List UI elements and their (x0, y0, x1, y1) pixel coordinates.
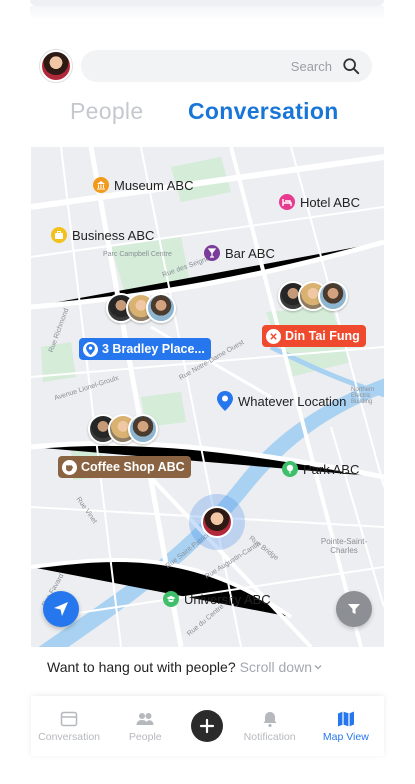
avatar (146, 293, 176, 323)
map-label-building: Northern Electric Building (351, 387, 375, 405)
avatar (201, 506, 233, 538)
coffee-icon (62, 459, 77, 475)
graduation-icon (163, 591, 179, 607)
hotel-icon (279, 194, 295, 210)
search-icon[interactable] (342, 57, 360, 75)
poi-label: Museum ABC (114, 177, 194, 193)
park-icon (282, 461, 298, 477)
poi-label: Bar ABC (225, 245, 275, 261)
hangout-prompt: Want to hang out with people? Scroll dow… (31, 647, 384, 687)
filter-icon (348, 604, 360, 614)
poi-business[interactable]: Business ABC (51, 227, 154, 243)
poi-park[interactable]: Park ABC (282, 461, 359, 477)
tab-people[interactable]: People (70, 98, 143, 125)
tab-conversation[interactable]: Conversation (188, 98, 339, 125)
poi-label: Hotel ABC (300, 194, 360, 210)
avatar (318, 281, 348, 311)
group-location-tag[interactable]: Coffee Shop ABC (58, 456, 191, 478)
nav-notification[interactable]: Notification (240, 710, 300, 743)
current-user-marker[interactable] (189, 494, 245, 550)
map-label-district: Pointe-Saint-Charles (320, 537, 368, 555)
plus-icon (200, 718, 215, 734)
search-placeholder: Search (290, 59, 332, 74)
poi-university[interactable]: University ABC (163, 591, 271, 607)
people-icon (136, 712, 154, 725)
poi-label: University ABC (184, 591, 271, 607)
group-location-tag[interactable]: 3 Bradley Place... (79, 338, 211, 360)
nav-people[interactable]: People (115, 710, 175, 743)
map-icon (337, 711, 354, 726)
poi-label: Park ABC (303, 461, 360, 477)
bell-icon (263, 711, 277, 727)
briefcase-icon (51, 227, 67, 243)
scroll-down-label: Scroll down (239, 659, 312, 675)
group-location-label: Coffee Shop ABC (81, 460, 185, 474)
location-pin-icon (83, 341, 98, 357)
hangout-question: Want to hang out with people? (47, 659, 236, 675)
avatar (128, 414, 158, 444)
poi-hotel[interactable]: Hotel ABC (279, 194, 360, 210)
bar-icon (204, 245, 220, 261)
nav-conversation[interactable]: Conversation (38, 710, 101, 743)
search-bar[interactable]: Search (81, 50, 372, 82)
poi-label: Business ABC (72, 227, 155, 243)
chevron-down-icon (314, 665, 322, 670)
nav-label: Notification (243, 730, 296, 743)
nav-map-view[interactable]: Map View (316, 710, 376, 743)
filter-button[interactable] (336, 591, 372, 627)
nav-label: Map View (322, 730, 369, 743)
nav-label: Conversation (38, 730, 101, 743)
locate-me-button[interactable] (43, 591, 79, 627)
scroll-down-link[interactable]: Scroll down (240, 659, 322, 675)
previous-card-shadow (30, 6, 384, 20)
map-label-park: Parc Campbell Centre (103, 251, 172, 258)
poi-whatever-location[interactable]: Whatever Location (217, 391, 346, 411)
user-avatar[interactable] (40, 50, 72, 82)
people-group-cluster[interactable] (278, 281, 348, 311)
museum-icon (93, 177, 109, 193)
people-group-cluster[interactable] (88, 414, 158, 444)
poi-bar[interactable]: Bar ABC (204, 245, 275, 261)
group-location-label: Din Tai Fung (285, 329, 360, 343)
poi-museum[interactable]: Museum ABC (93, 177, 193, 193)
add-button[interactable] (191, 710, 224, 742)
bottom-navigation: Conversation People Notification Map Vie… (31, 696, 384, 756)
poi-label: Whatever Location (238, 393, 347, 409)
conversation-icon (60, 711, 78, 726)
map-view[interactable]: Parc Campbell Centre Rue des Seigneurs R… (31, 147, 384, 647)
restaurant-icon (266, 328, 281, 344)
group-location-label: 3 Bradley Place... (102, 342, 205, 356)
group-location-tag[interactable]: Din Tai Fung (262, 325, 366, 347)
people-group-cluster[interactable] (106, 293, 176, 323)
location-pin-icon (217, 391, 233, 411)
navigation-arrow-icon (54, 602, 68, 616)
nav-label: People (128, 730, 162, 743)
